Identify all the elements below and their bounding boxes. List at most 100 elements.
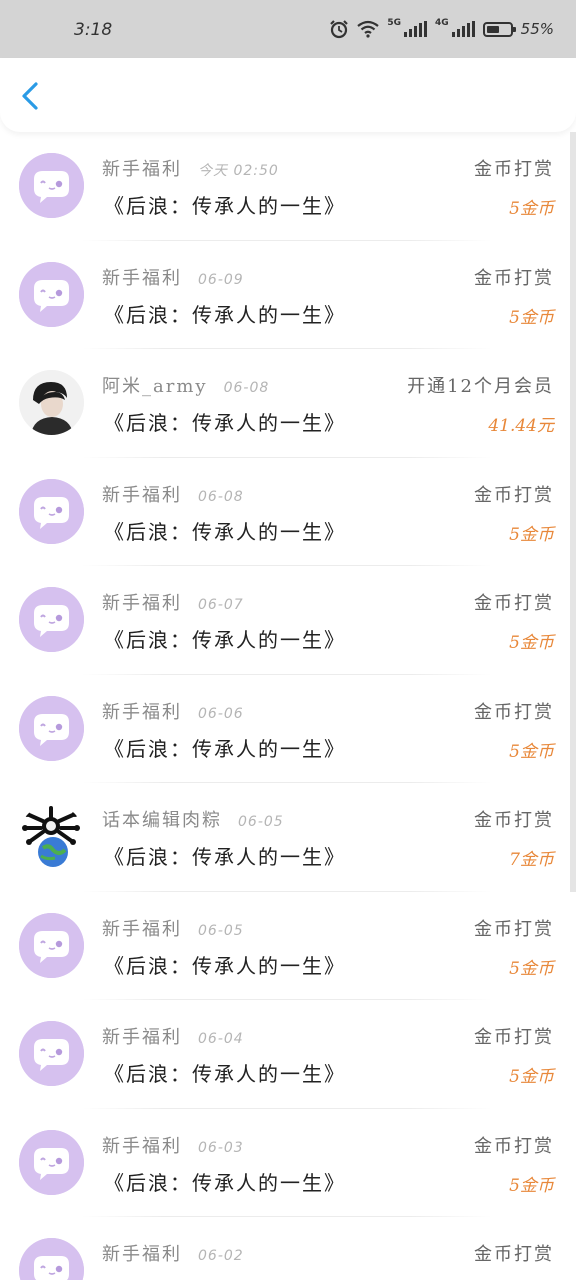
record-type: 金币打赏: [474, 918, 554, 940]
record-date: 06-09: [198, 271, 244, 288]
record-type: 金币打赏: [474, 267, 554, 289]
sender-name: 话本编辑肉粽: [102, 810, 222, 831]
list-item[interactable]: 新手福利 06-04 《后浪：传承人的一生》 金币打赏 5金币: [0, 1000, 576, 1109]
record-date: 06-04: [198, 1031, 244, 1047]
header: [0, 58, 576, 132]
record-type: 金币打赏: [474, 701, 554, 723]
record-amount: 5金币: [509, 524, 554, 545]
book-title: 《后浪：传承人的一生》: [104, 302, 346, 327]
user-avatar[interactable]: [19, 370, 84, 435]
bot-avatar[interactable]: [19, 153, 84, 218]
record-amount: 5金币: [509, 307, 554, 328]
name-line: 新手福利 06-03: [102, 1132, 244, 1158]
bot-avatar[interactable]: [19, 261, 84, 327]
name-line: 话本编辑肉粽 06-05: [102, 806, 284, 832]
bot-avatar[interactable]: [19, 1021, 84, 1086]
record-date: 06-05: [238, 814, 284, 830]
sender-name: 新手福利: [102, 484, 182, 506]
name-line: 新手福利 06-06: [102, 698, 244, 724]
record-amount: 5金币: [509, 958, 554, 979]
list-item[interactable]: 阿米_army 06-08 《后浪：传承人的一生》 开通12个月会员 41.44元: [0, 349, 576, 458]
record-date: 06-03: [198, 1139, 244, 1156]
record-amount: 5金币: [509, 633, 554, 653]
record-type: 金币打赏: [474, 159, 554, 180]
record-type: 开通12个月会员: [407, 376, 554, 397]
sender-name: 新手福利: [102, 1135, 182, 1157]
record-amount: 5金币: [509, 1175, 554, 1196]
name-line: 新手福利 06-02: [102, 1240, 244, 1266]
book-title: 《后浪：传承人的一生》: [104, 1275, 346, 1280]
record-type: 金币打赏: [474, 1135, 554, 1157]
network-4g-label: 4G: [435, 18, 449, 28]
record-list[interactable]: 新手福利 今天 02:50 《后浪：传承人的一生》 金币打赏 5金币 新手福利 06-09 《…: [0, 132, 576, 1280]
record-date: 今天 02:50: [198, 163, 279, 179]
chevron-left-icon: [22, 82, 38, 110]
record-date: 06-05: [198, 922, 244, 939]
sender-name: 新手福利: [102, 918, 182, 940]
record-date: 06-06: [198, 705, 244, 722]
list-item[interactable]: 新手福利 06-06 《后浪：传承人的一生》 金币打赏 5金币: [0, 675, 576, 784]
book-title: 《后浪：传承人的一生》: [104, 628, 346, 652]
book-title: 《后浪：传承人的一生》: [104, 845, 346, 869]
book-title: 《后浪：传承人的一生》: [104, 1062, 346, 1086]
sender-name: 新手福利: [102, 1027, 182, 1048]
record-amount: 5金币: [509, 1067, 554, 1087]
record-type: 金币打赏: [474, 484, 554, 506]
list-item[interactable]: 话本编辑肉粽 06-05 《后浪：传承人的一生》 金币打赏 7金币: [0, 783, 576, 892]
status-time: 3:18: [74, 20, 113, 40]
book-title: 《后浪：传承人的一生》: [104, 736, 346, 761]
book-title: 《后浪：传承人的一生》: [104, 953, 346, 978]
record-amount: 5金币: [509, 199, 554, 219]
sender-name: 新手福利: [102, 593, 182, 614]
sender-name: 新手福利: [102, 267, 182, 289]
record-amount: 41.44元: [488, 416, 554, 436]
back-button[interactable]: [12, 76, 52, 116]
sender-name: 新手福利: [102, 159, 182, 180]
record-amount: 5金币: [509, 741, 554, 762]
book-title: 《后浪：传承人的一生》: [104, 1170, 346, 1195]
list-item[interactable]: 新手福利 06-05 《后浪：传承人的一生》 金币打赏 5金币: [0, 892, 576, 1001]
bot-avatar[interactable]: [19, 1129, 84, 1195]
list-item[interactable]: 新手福利 06-09 《后浪：传承人的一生》 金币打赏 5金币: [0, 241, 576, 350]
alarm-icon: [330, 20, 349, 39]
record-type: 金币打赏: [474, 1244, 554, 1265]
signal-5g-icon: [404, 21, 427, 37]
battery-icon: [482, 21, 516, 37]
record-date: 06-08: [198, 488, 244, 505]
list-item[interactable]: 新手福利 06-08 《后浪：传承人的一生》 金币打赏 5金币: [0, 458, 576, 567]
list-item[interactable]: 新手福利 今天 02:50 《后浪：传承人的一生》 金币打赏 5金币: [0, 132, 576, 241]
name-line: 新手福利 06-04: [102, 1023, 244, 1049]
battery-fill: [486, 25, 499, 33]
name-line: 新手福利 06-05: [102, 915, 244, 941]
name-line: 新手福利 今天 02:50: [102, 155, 279, 181]
network-5g-label: 5G: [387, 18, 401, 28]
list-item[interactable]: 新手福利 06-02 《后浪：传承人的一生》 金币打赏: [0, 1217, 576, 1280]
bot-avatar[interactable]: [19, 695, 84, 761]
record-type: 金币打赏: [474, 810, 554, 831]
list-item[interactable]: 新手福利 06-03 《后浪：传承人的一生》 金币打赏 5金币: [0, 1109, 576, 1218]
bot-avatar[interactable]: [19, 1238, 84, 1280]
bot-avatar[interactable]: [19, 912, 84, 978]
wifi-icon: [357, 20, 380, 38]
record-date: 06-07: [198, 597, 244, 613]
bot-avatar[interactable]: [19, 478, 84, 544]
name-line: 阿米_army 06-08: [102, 372, 269, 398]
sender-name: 阿米_army: [102, 376, 208, 397]
sender-name: 新手福利: [102, 701, 182, 723]
user-avatar[interactable]: [19, 804, 84, 869]
status-bar: 3:18 5G 4G 55%: [0, 0, 576, 58]
list-item[interactable]: 新手福利 06-07 《后浪：传承人的一生》 金币打赏 5金币: [0, 566, 576, 675]
bot-avatar[interactable]: [19, 587, 84, 652]
name-line: 新手福利 06-07: [102, 589, 244, 615]
record-type: 金币打赏: [474, 593, 554, 614]
book-title: 《后浪：传承人的一生》: [104, 411, 346, 435]
page: 3:18 5G 4G 55% 新手福利 今天 02:50 《后浪：传承人的一生》…: [0, 0, 576, 1280]
record-amount: 7金币: [509, 850, 554, 870]
book-title: 《后浪：传承人的一生》: [104, 194, 346, 218]
signal-4g-icon: [451, 21, 475, 37]
sender-name: 新手福利: [102, 1244, 182, 1265]
scrollbar[interactable]: [570, 132, 576, 892]
record-date: 06-02: [198, 1248, 244, 1264]
name-line: 新手福利 06-09: [102, 264, 244, 290]
status-icons: 5G 4G 55%: [329, 18, 554, 40]
